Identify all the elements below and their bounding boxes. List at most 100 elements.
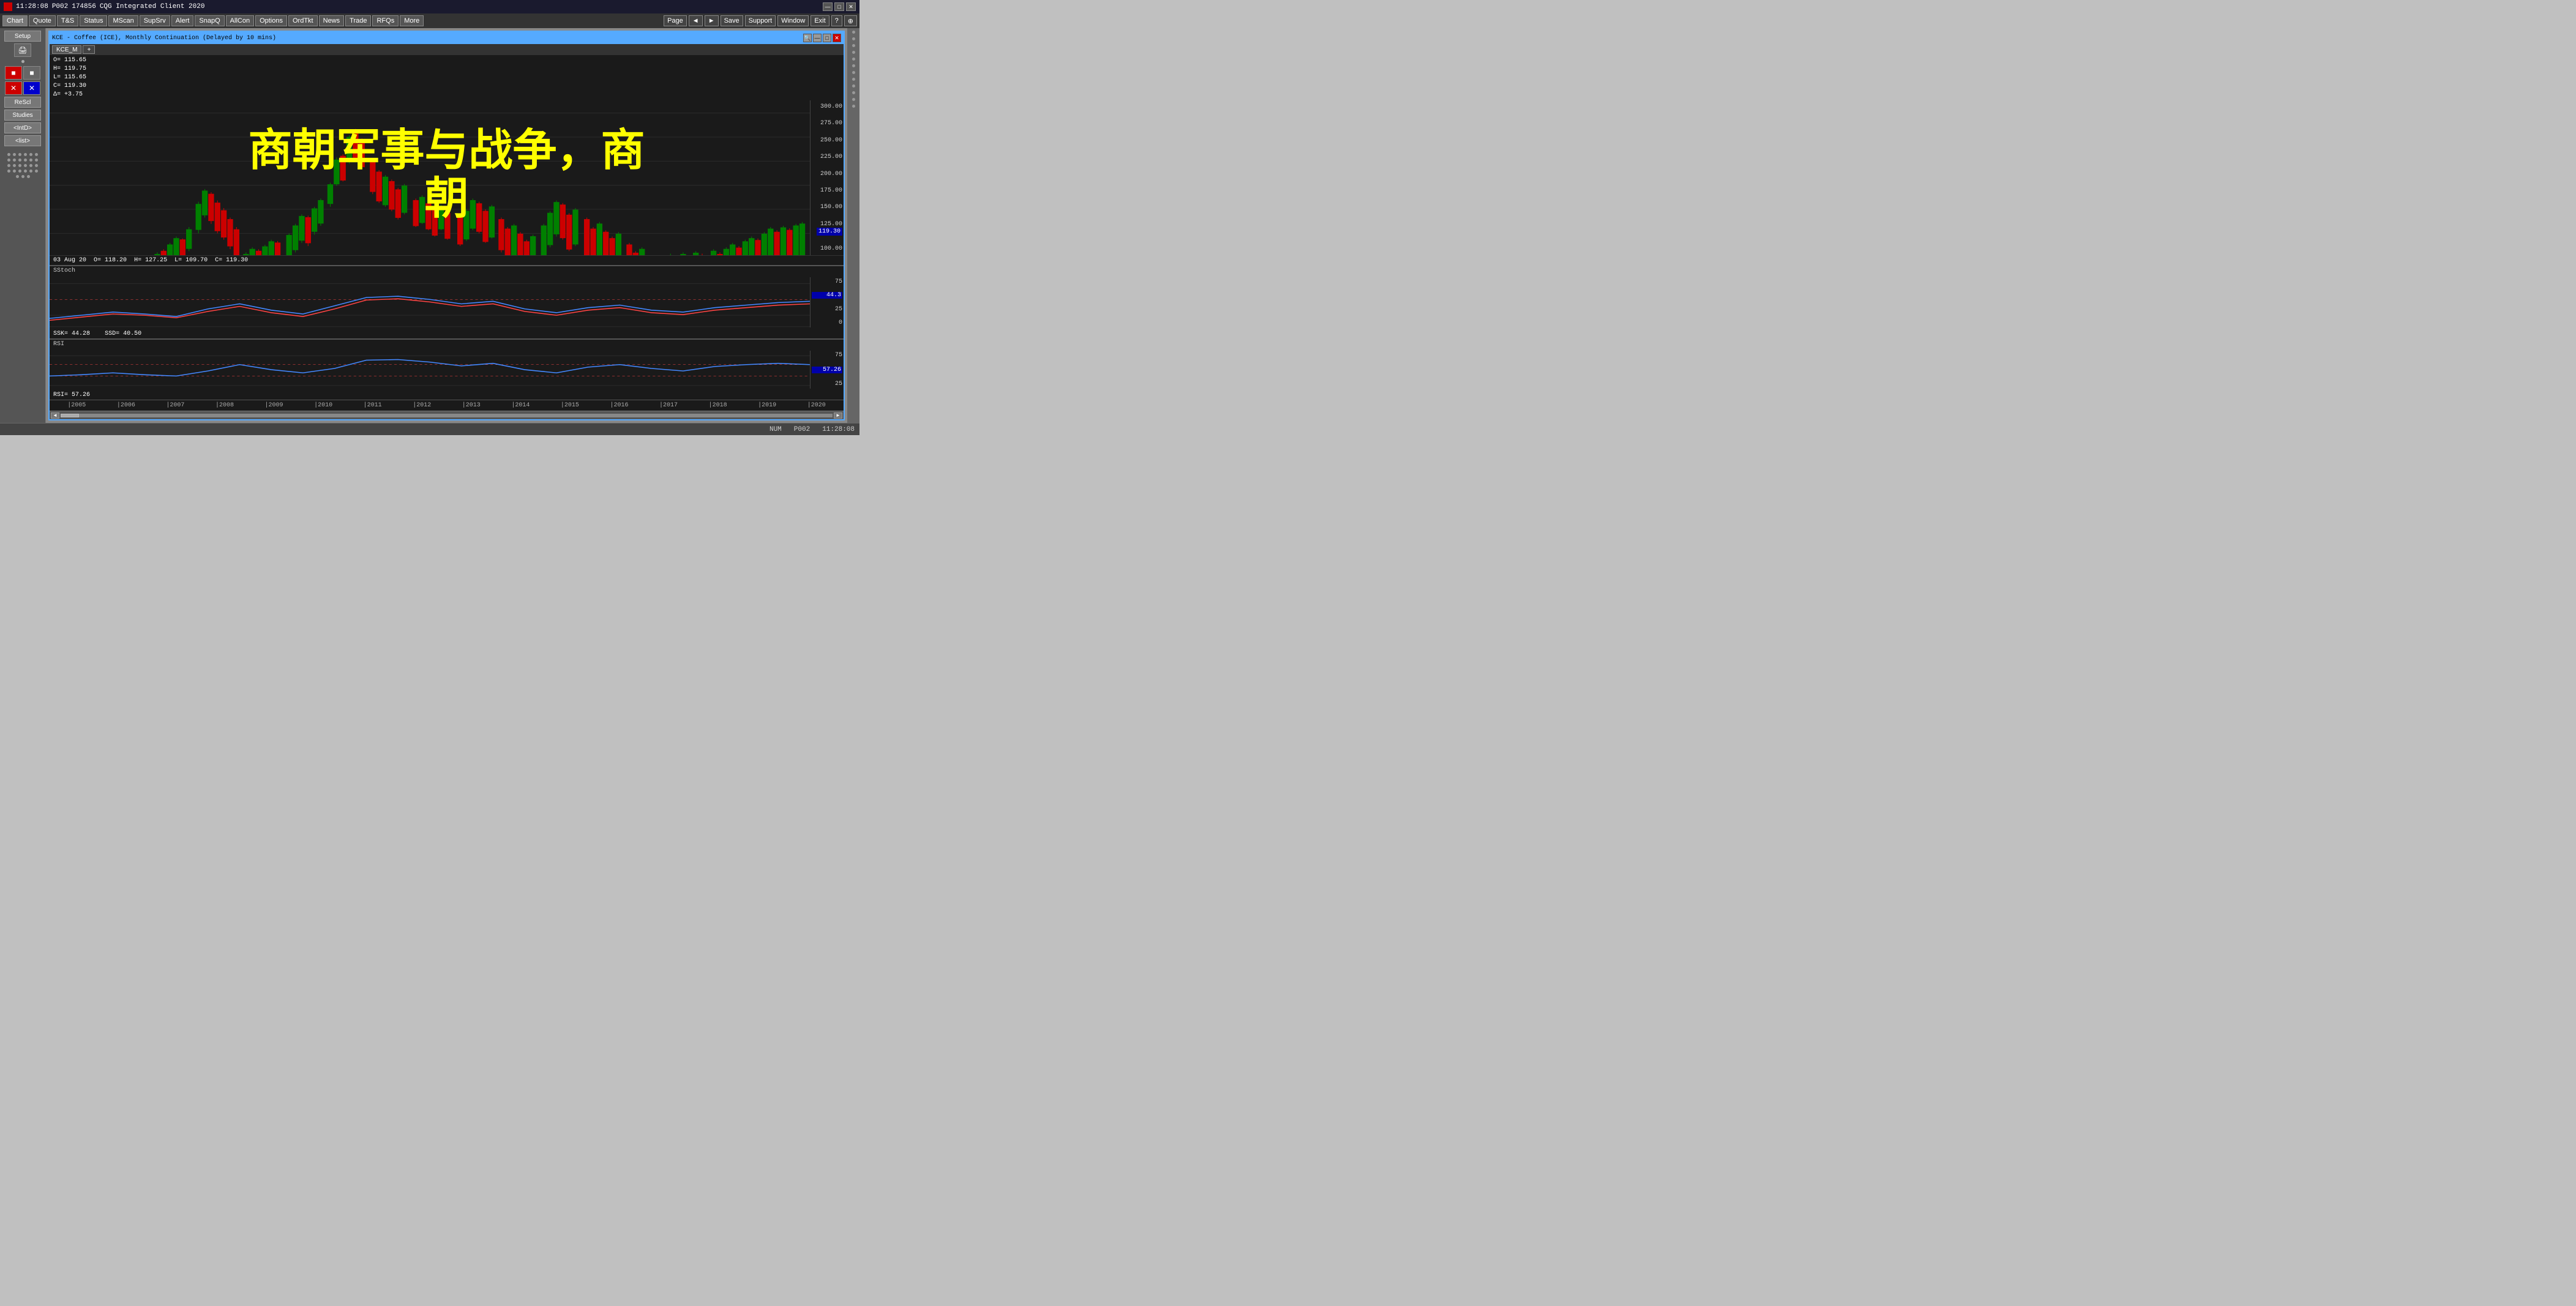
time-2020: |2020	[792, 402, 841, 409]
scroll-track[interactable]	[61, 414, 833, 417]
rsi-current: 57.26	[812, 367, 842, 373]
price-level-225: 225.00	[812, 154, 842, 160]
right-dot-2	[852, 37, 855, 40]
chart-tab-kce[interactable]: KCE_M	[52, 45, 81, 54]
maximize-button[interactable]: □	[834, 2, 844, 11]
list-button[interactable]: <list>	[4, 135, 41, 146]
exit-button[interactable]: Exit	[811, 15, 829, 26]
rsi-title: RSI	[50, 340, 844, 349]
menu-rfqs[interactable]: RFQs	[372, 15, 399, 26]
menu-trade[interactable]: Trade	[345, 15, 371, 26]
menu-chart[interactable]: Chart	[2, 15, 28, 26]
col-btn-1[interactable]: ■	[23, 66, 40, 80]
time-2008: |2008	[200, 402, 250, 409]
menu-ts[interactable]: T&S	[57, 15, 78, 26]
studies-button[interactable]: Studies	[4, 110, 41, 121]
menu-more[interactable]: More	[400, 15, 424, 26]
chart-tab-add[interactable]: +	[83, 45, 95, 54]
menu-allcon[interactable]: AllCon	[226, 15, 254, 26]
title-bar-right: — □ ✕	[823, 2, 856, 11]
chart-search-button[interactable]: 🔍	[803, 34, 812, 42]
dot-grid	[7, 153, 38, 178]
right-dot-6	[852, 64, 855, 67]
menu-news[interactable]: News	[319, 15, 345, 26]
rescl-button[interactable]: ReScl	[4, 97, 41, 108]
menu-options[interactable]: Options	[255, 15, 287, 26]
blue-btn-2[interactable]: ✕	[23, 81, 40, 95]
time-2007: |2007	[151, 402, 200, 409]
close-button[interactable]: ✕	[846, 2, 856, 11]
prev-page-button[interactable]: ◄	[689, 15, 703, 26]
scroll-left-button[interactable]: ◄	[51, 412, 59, 419]
price-level-125-group: 125.00 119.30	[812, 221, 842, 236]
main-chart-body[interactable]: 商朝军事与战争，商 朝	[50, 100, 844, 255]
time-2010: |2010	[299, 402, 348, 409]
right-dot-4	[852, 51, 855, 54]
right-dot-1	[852, 31, 855, 34]
ohlc-close: C= 119.30	[53, 83, 86, 89]
app-icon	[4, 2, 12, 11]
stoch-75: 75	[812, 278, 842, 285]
stoch-panel: SStoch 75 44.3 25 0	[50, 265, 844, 338]
time-2005: |2005	[52, 402, 102, 409]
page-button[interactable]: Page	[664, 15, 687, 26]
time-2012: |2012	[397, 402, 447, 409]
minimize-button[interactable]: —	[823, 2, 833, 11]
save-button[interactable]: Save	[721, 15, 743, 26]
menu-alert[interactable]: Alert	[171, 15, 194, 26]
chart-maximize-button[interactable]: □	[823, 34, 831, 42]
window-button[interactable]: Window	[777, 15, 809, 26]
chart-minimize-button[interactable]: —	[813, 34, 822, 42]
stoch-25: 25	[812, 306, 842, 313]
rsi-25: 25	[812, 381, 842, 387]
time-2016: |2016	[594, 402, 644, 409]
menu-snapq[interactable]: SnapQ	[195, 15, 224, 26]
print-button[interactable]: 🖨	[14, 43, 31, 57]
bar-high: H= 127.25	[134, 257, 167, 264]
menu-quote[interactable]: Quote	[29, 15, 56, 26]
chart-close-button[interactable]: ✕	[833, 34, 841, 42]
rsi-axis: 75 57.26 25	[810, 351, 844, 389]
time-2011: |2011	[348, 402, 397, 409]
price-level-250: 250.00	[812, 137, 842, 144]
chart-window-title: KCE - Coffee (ICE), Monthly Continuation…	[52, 35, 276, 42]
scroll-right-button[interactable]: ►	[834, 412, 842, 419]
main-chart-svg	[50, 100, 810, 255]
title-account: P002	[52, 3, 68, 10]
left-sidebar: Setup 🖨 ■ ■ ✕ ✕ ReScl Studies <IntD> <li…	[0, 28, 46, 423]
ohlc-high: H= 119.75	[53, 65, 86, 72]
help-button[interactable]: ?	[831, 15, 842, 26]
menu-ordtkt[interactable]: OrdTkt	[288, 15, 318, 26]
ssd-label: SSD=	[105, 330, 119, 337]
support-button[interactable]: Support	[745, 15, 776, 26]
rsi-svg	[50, 351, 810, 389]
time-2019: |2019	[743, 402, 792, 409]
right-sidebar	[847, 28, 859, 423]
menu-supsrv[interactable]: SupSrv	[140, 15, 170, 26]
price-level-175: 175.00	[812, 187, 842, 194]
menu-mscan[interactable]: MScan	[108, 15, 138, 26]
stoch-svg	[50, 277, 810, 328]
red-btn-2[interactable]: ✕	[5, 81, 22, 95]
scroll-thumb[interactable]	[61, 414, 79, 417]
stoch-current: 44.3	[812, 292, 842, 299]
menu-status[interactable]: Status	[80, 15, 107, 26]
status-bar: NUM P002 11:28:08	[0, 423, 859, 435]
title-app: CQG Integrated Client 2020	[100, 3, 205, 10]
ohlc-open: O= 115.65	[53, 57, 86, 64]
bottom-scroll[interactable]: ◄ ►	[50, 411, 844, 419]
ohlc-low: L= 115.65	[53, 74, 86, 81]
time-2013: |2013	[447, 402, 496, 409]
rsi-info: RSI= 57.26	[53, 392, 90, 398]
add-button[interactable]: ⊕	[844, 15, 857, 26]
time-2014: |2014	[496, 402, 545, 409]
red-btn-1[interactable]: ■	[5, 66, 22, 80]
right-dot-8	[852, 78, 855, 81]
ssk-label: SSK=	[53, 330, 68, 337]
chart-area: KCE - Coffee (ICE), Monthly Continuation…	[46, 28, 847, 423]
next-page-button[interactable]: ►	[705, 15, 719, 26]
time-2015: |2015	[545, 402, 595, 409]
setup-button[interactable]: Setup	[4, 31, 41, 42]
stoch-0: 0	[812, 319, 842, 326]
intd-button[interactable]: <IntD>	[4, 122, 41, 133]
